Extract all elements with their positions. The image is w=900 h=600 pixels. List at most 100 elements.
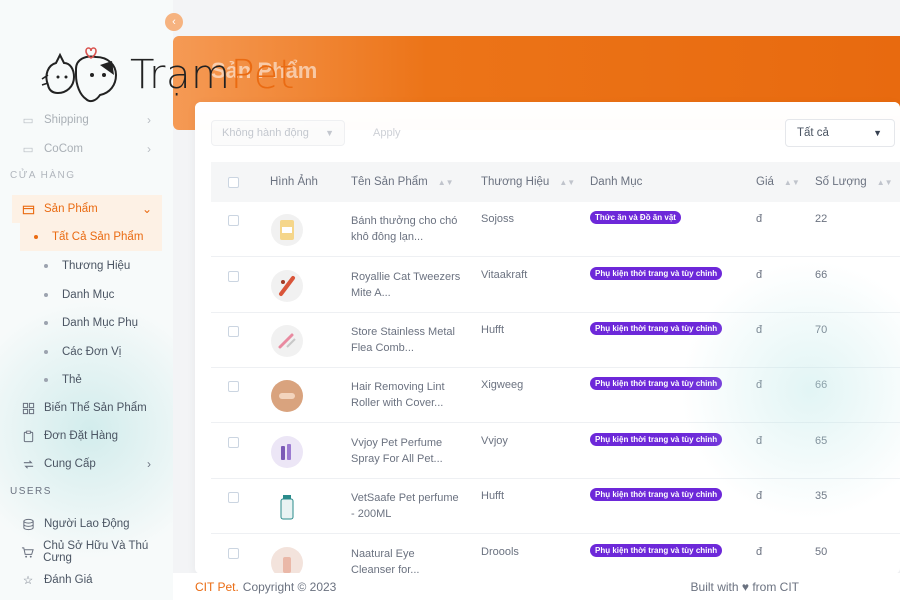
sidebar-item-orders[interactable]: Đơn Đặt Hàng <box>0 422 173 450</box>
row-checkbox[interactable] <box>228 437 239 448</box>
product-name[interactable]: Vvjoy Pet Perfume Spray For All Pet... <box>351 435 461 467</box>
product-price: đ <box>756 490 763 502</box>
brand-logo: TrạmPet <box>40 40 295 110</box>
sort-icon: ▲▼ <box>876 177 893 187</box>
sidebar-subitem-categories[interactable]: Danh Mục <box>0 281 173 309</box>
category-badge: Phụ kiện thời trang và tùy chỉnh <box>590 377 723 390</box>
filter-select[interactable]: Tất cả ▼ <box>785 119 895 147</box>
column-header-price[interactable]: Giá ▲▼ <box>756 176 800 188</box>
product-name[interactable]: VetSaafe Pet perfume - 200ML <box>351 490 461 522</box>
caret-down-icon: ▼ <box>873 128 882 138</box>
clipboard-icon <box>20 428 36 444</box>
column-header-name[interactable]: Tên Sản Phẩm ▲▼ <box>351 176 454 188</box>
sort-icon: ▲▼ <box>783 177 800 187</box>
products-card: Không hành động ▼ Apply Tất cả ▼ Hình Ản… <box>195 102 900 574</box>
bulk-action-select[interactable]: Không hành động ▼ <box>211 120 345 146</box>
chevron-right-icon: › <box>147 113 151 127</box>
sidebar-subitem-units[interactable]: Các Đơn Vị <box>0 338 173 366</box>
sort-icon: ▲▼ <box>437 177 454 187</box>
apply-button[interactable]: Apply <box>373 120 401 146</box>
product-name[interactable]: Store Stainless Metal Flea Comb... <box>351 324 461 356</box>
row-checkbox[interactable] <box>228 381 239 392</box>
section-label-users: USERS <box>10 486 52 497</box>
sidebar-item-supply[interactable]: Cung Cấp › <box>0 450 173 478</box>
category-badge: Phụ kiện thời trang và tùy chỉnh <box>590 544 723 557</box>
product-quantity: 70 <box>815 324 828 336</box>
product-name[interactable]: Bánh thưởng cho chó khô đông lạn... <box>351 213 461 245</box>
product-thumbnail <box>271 380 303 412</box>
section-label-store: CỬA HÀNG <box>10 170 76 181</box>
product-thumbnail <box>271 214 303 246</box>
row-checkbox[interactable] <box>228 548 239 559</box>
cart-icon <box>20 544 35 560</box>
dog-cat-logo-icon <box>41 47 118 103</box>
table-row[interactable]: VetSaafe Pet perfume - 200ML Hufft Phụ k… <box>211 479 900 534</box>
product-price: đ <box>756 324 763 336</box>
table-row[interactable]: Naatural Eye Cleanser for... Droools Phụ… <box>211 535 900 574</box>
sidebar-subitem-all-products[interactable]: Tất Cả Sản Phẩm <box>20 223 162 251</box>
footer-built-with: Built with ♥ from CIT <box>690 579 799 594</box>
product-quantity: 22 <box>815 213 828 225</box>
table-row[interactable]: Hair Removing Lint Roller with Cover... … <box>211 368 900 423</box>
sidebar-subitem-tags[interactable]: Thẻ <box>0 366 173 394</box>
row-checkbox[interactable] <box>228 215 239 226</box>
product-thumbnail <box>271 547 303 574</box>
chevron-right-icon: › <box>147 457 151 471</box>
sidebar-item-cocom[interactable]: ▭ CoCom › <box>0 135 173 163</box>
chevron-left-icon: ‹ <box>172 16 176 28</box>
column-header-category: Danh Mục <box>590 176 643 188</box>
product-thumbnail <box>271 325 303 357</box>
product-brand: Droools <box>481 546 519 558</box>
package-icon <box>20 201 36 217</box>
column-header-quantity[interactable]: Số Lượng ▲▼ <box>815 176 893 188</box>
table-row[interactable]: Royallie Cat Tweezers Mite A... Vitaakra… <box>211 258 900 313</box>
footer-brand[interactable]: CIT Pet. <box>195 580 239 594</box>
product-thumbnail <box>271 436 303 468</box>
sidebar-item-owners-pets[interactable]: Chủ Sở Hữu Và Thú Cưng <box>0 538 173 566</box>
star-icon: ☆ <box>22 575 34 587</box>
product-name[interactable]: Naatural Eye Cleanser for... <box>351 546 461 574</box>
sidebar-item-employees[interactable]: Người Lao Động <box>0 510 173 538</box>
sidebar-item-reviews[interactable]: ☆ Đánh Giá <box>0 566 173 594</box>
product-brand: Vvjoy <box>481 435 508 447</box>
logo-text: TrạmPet <box>130 52 295 98</box>
product-brand: Hufft <box>481 490 505 502</box>
category-badge: Phụ kiện thời trang và tùy chỉnh <box>590 488 723 501</box>
product-name[interactable]: Hair Removing Lint Roller with Cover... <box>351 379 461 411</box>
table-row[interactable]: Store Stainless Metal Flea Comb... Hufft… <box>211 313 900 368</box>
box-icon: ▭ <box>22 144 34 156</box>
sidebar-item-shipping[interactable]: ▭ Shipping › <box>0 106 173 134</box>
row-checkbox[interactable] <box>228 492 239 503</box>
product-name[interactable]: Royallie Cat Tweezers Mite A... <box>351 269 461 301</box>
product-brand: Xigweeg <box>481 379 524 391</box>
product-price: đ <box>756 213 763 225</box>
database-icon <box>20 516 36 532</box>
truck-icon: ▭ <box>22 115 34 127</box>
row-checkbox[interactable] <box>228 326 239 337</box>
product-thumbnail <box>271 491 303 523</box>
product-price: đ <box>756 435 763 447</box>
product-brand: Hufft <box>481 324 505 336</box>
sidebar-item-product-variants[interactable]: Biến Thể Sản Phẩm <box>0 394 173 422</box>
category-badge: Phụ kiện thời trang và tùy chỉnh <box>590 433 723 446</box>
product-quantity: 35 <box>815 490 828 502</box>
category-badge: Thức ăn và Đồ ăn vặt <box>590 211 681 224</box>
table-row[interactable]: Bánh thưởng cho chó khô đông lạn... Sojo… <box>211 202 900 257</box>
select-all-checkbox[interactable] <box>228 176 239 188</box>
sidebar-item-products[interactable]: Sản Phẩm ⌄ <box>12 195 162 223</box>
column-header-brand[interactable]: Thương Hiệu ▲▼ <box>481 176 575 188</box>
product-quantity: 65 <box>815 435 828 447</box>
table-header: Hình Ảnh Tên Sản Phẩm ▲▼ Thương Hiệu ▲▼ Da… <box>211 162 900 202</box>
product-price: đ <box>756 379 763 391</box>
product-price: đ <box>756 546 763 558</box>
table-row[interactable]: Vvjoy Pet Perfume Spray For All Pet... V… <box>211 424 900 479</box>
product-quantity: 66 <box>815 269 828 281</box>
row-checkbox[interactable] <box>228 271 239 282</box>
category-badge: Phụ kiện thời trang và tùy chỉnh <box>590 267 723 280</box>
product-thumbnail <box>271 270 303 302</box>
caret-down-icon: ▼ <box>325 128 334 138</box>
sidebar-subitem-brands[interactable]: Thương Hiệu <box>0 252 173 280</box>
sidebar-subitem-subcategories[interactable]: Danh Mục Phụ <box>0 309 173 337</box>
collapse-sidebar-button[interactable]: ‹ <box>165 13 183 31</box>
product-quantity: 50 <box>815 546 828 558</box>
